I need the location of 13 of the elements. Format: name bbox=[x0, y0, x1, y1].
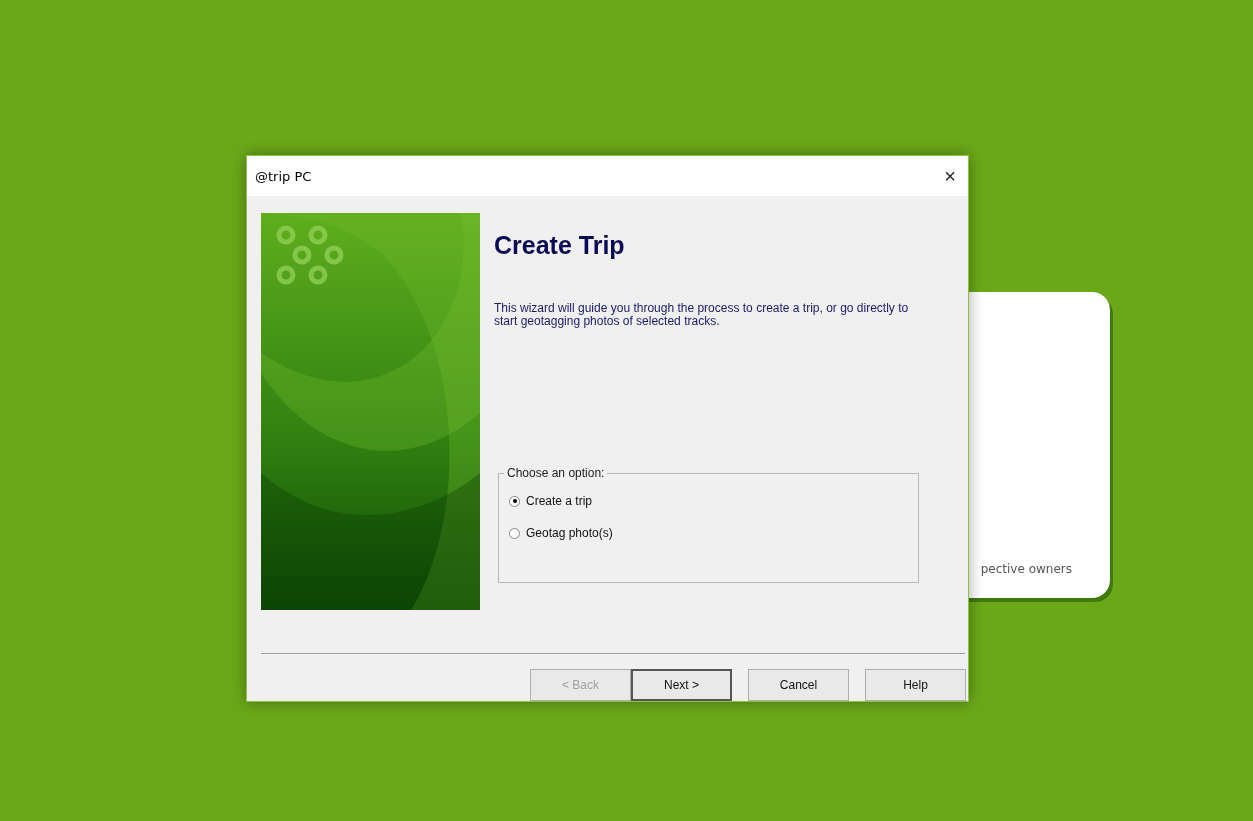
wizard-button[interactable]: Help bbox=[865, 669, 966, 701]
option-label[interactable]: Geotag photo(s) bbox=[526, 526, 613, 540]
window-text: pective owners bbox=[980, 562, 1072, 576]
close-button[interactable]: × bbox=[944, 164, 956, 188]
page-description: This wizard will guide you through the process to create a trip, or go directly to start geotagging photos of selected tracks. bbox=[494, 302, 910, 328]
radio-button[interactable] bbox=[509, 495, 520, 507]
wizard-button[interactable]: Cancel bbox=[748, 669, 849, 701]
group-label: Choose an option: bbox=[504, 466, 608, 480]
wizard-button[interactable]: Next > bbox=[631, 669, 732, 701]
radio-button[interactable] bbox=[509, 527, 520, 539]
page-title: Create Trip bbox=[494, 231, 626, 260]
option-label[interactable]: Create a trip bbox=[526, 494, 593, 508]
window-title: @trip PC bbox=[255, 168, 312, 184]
